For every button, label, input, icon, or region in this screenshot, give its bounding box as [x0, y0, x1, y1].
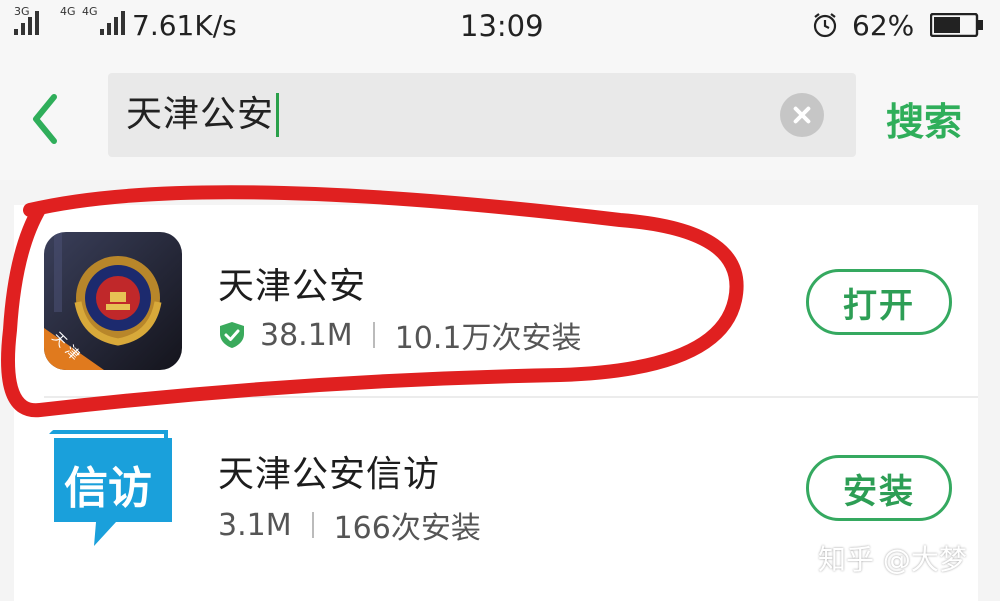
app-icon-tianjin-police[interactable]: 天 津: [44, 232, 182, 370]
app-meta: 38.1M 10.1万次安装: [218, 313, 581, 357]
row-divider: [44, 396, 978, 398]
app-name[interactable]: 天津公安信访: [218, 445, 440, 497]
shield-check-icon: [220, 322, 244, 348]
battery-percentage: 62%: [852, 9, 915, 42]
icon-text: 信访: [64, 463, 152, 514]
clock: 13:09: [460, 9, 544, 43]
list-item[interactable]: 天 津 天津公安 38.1M 10.1万次安装 打开: [14, 205, 978, 398]
meta-divider: [311, 512, 314, 538]
open-button[interactable]: 打开: [806, 269, 952, 335]
network-type-4g-2: 4G: [82, 5, 98, 18]
signal-icon: [14, 11, 39, 35]
network-type-4g: 4G: [60, 5, 76, 18]
status-bar: 3G 4G 4G 7.61K/s 13:09 62%: [0, 0, 1000, 55]
back-arrow-icon[interactable]: [22, 89, 72, 149]
search-header: 天津公安 搜索: [0, 55, 1000, 180]
network-speed: 7.61K/s: [132, 9, 237, 42]
battery-icon: [930, 13, 983, 37]
app-size: 38.1M: [260, 317, 353, 353]
signal-icon-2: [100, 11, 125, 35]
search-input[interactable]: 天津公安: [108, 73, 856, 157]
app-installs: 10.1万次安装: [394, 321, 582, 356]
meta-divider: [372, 322, 375, 348]
app-icon-petition[interactable]: 信访: [44, 426, 182, 564]
app-meta: 3.1M 166次安装: [218, 503, 481, 547]
search-button[interactable]: 搜索: [886, 91, 962, 146]
app-installs: 166次安装: [333, 511, 481, 546]
clear-icon[interactable]: [780, 93, 824, 137]
watermark: 知乎 @大梦: [818, 543, 967, 576]
app-name[interactable]: 天津公安: [218, 257, 366, 309]
search-query: 天津公安: [126, 93, 280, 137]
app-size: 3.1M: [218, 507, 292, 543]
alarm-icon: [813, 13, 837, 38]
install-button[interactable]: 安装: [806, 455, 952, 521]
